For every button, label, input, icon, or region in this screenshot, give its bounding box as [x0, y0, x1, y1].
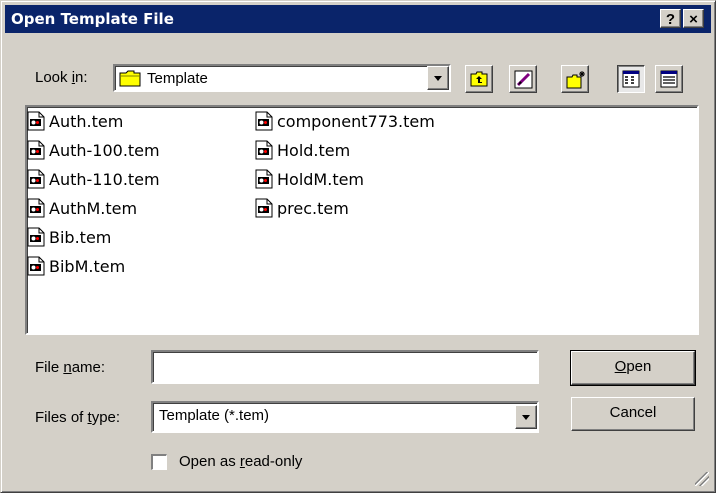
file-item-label: BibM.tem	[49, 256, 126, 276]
file-item[interactable]: Auth-100.tem	[27, 138, 160, 162]
open-template-dialog: Open Template File ? × Look in: Template	[0, 0, 716, 493]
file-type-value: Template (*.tem)	[159, 407, 270, 424]
new-folder-icon	[566, 71, 585, 89]
file-item[interactable]: AuthM.tem	[27, 196, 137, 220]
window-title: Open Template File	[11, 10, 174, 28]
desktop-button[interactable]	[509, 65, 537, 93]
file-item-label: component773.tem	[277, 111, 435, 131]
file-item-label: Auth-100.tem	[49, 140, 160, 160]
template-file-icon	[27, 198, 45, 218]
resize-grip[interactable]	[695, 472, 709, 486]
look-in-value: Template	[147, 70, 208, 87]
file-item[interactable]: component773.tem	[255, 109, 435, 133]
file-item-label: Bib.tem	[49, 227, 112, 247]
file-item-label: Hold.tem	[277, 140, 351, 160]
file-type-select[interactable]: Template (*.tem)	[151, 401, 539, 433]
details-view-icon	[660, 70, 678, 88]
cancel-button[interactable]: Cancel	[571, 397, 695, 431]
template-file-icon	[27, 169, 45, 189]
template-file-icon	[255, 169, 273, 189]
file-type-dropdown-button[interactable]	[515, 405, 537, 429]
file-item[interactable]: Auth-110.tem	[27, 167, 160, 191]
list-view-button[interactable]	[617, 65, 645, 93]
template-file-icon	[255, 140, 273, 160]
desktop-icon	[514, 70, 533, 89]
file-item-label: HoldM.tem	[277, 169, 365, 189]
file-list: Auth.tem Auth-100.tem Auth-110.tem AuthM.te…	[27, 109, 697, 331]
file-item[interactable]: Hold.tem	[255, 138, 350, 162]
open-button[interactable]: Open	[570, 350, 696, 386]
close-button[interactable]: ×	[683, 9, 704, 28]
template-file-icon	[27, 111, 45, 131]
file-name-label: File name:	[35, 359, 106, 376]
file-item[interactable]: prec.tem	[255, 196, 349, 220]
file-item-label: prec.tem	[277, 198, 349, 218]
list-view-icon	[622, 70, 640, 88]
folder-icon	[119, 70, 141, 87]
look-in-dropdown-button[interactable]	[427, 66, 449, 90]
file-item-label: AuthM.tem	[49, 198, 138, 218]
template-file-icon	[255, 198, 273, 218]
new-folder-button[interactable]	[561, 65, 589, 93]
file-item[interactable]: Auth.tem	[27, 109, 123, 133]
look-in-combo[interactable]: Template	[113, 64, 451, 92]
template-file-icon	[27, 140, 45, 160]
help-button[interactable]: ?	[660, 9, 681, 28]
template-file-icon	[27, 256, 45, 276]
file-type-label: Files of type:	[35, 409, 121, 426]
up-one-level-icon	[470, 71, 488, 87]
file-name-input[interactable]	[151, 350, 539, 384]
read-only-checkbox[interactable]	[151, 454, 167, 470]
up-one-level-button[interactable]	[465, 65, 493, 93]
template-file-icon	[27, 227, 45, 247]
file-item-label: Auth.tem	[49, 111, 124, 131]
template-file-icon	[255, 111, 273, 131]
title-bar[interactable]: Open Template File ? ×	[5, 5, 711, 33]
read-only-label[interactable]: Open as read-only	[179, 453, 302, 470]
look-in-label: Look in:	[35, 69, 88, 86]
file-item[interactable]: BibM.tem	[27, 254, 125, 278]
file-item[interactable]: HoldM.tem	[255, 167, 364, 191]
file-item-label: Auth-110.tem	[49, 169, 160, 189]
file-item[interactable]: Bib.tem	[27, 225, 111, 249]
details-view-button[interactable]	[655, 65, 683, 93]
